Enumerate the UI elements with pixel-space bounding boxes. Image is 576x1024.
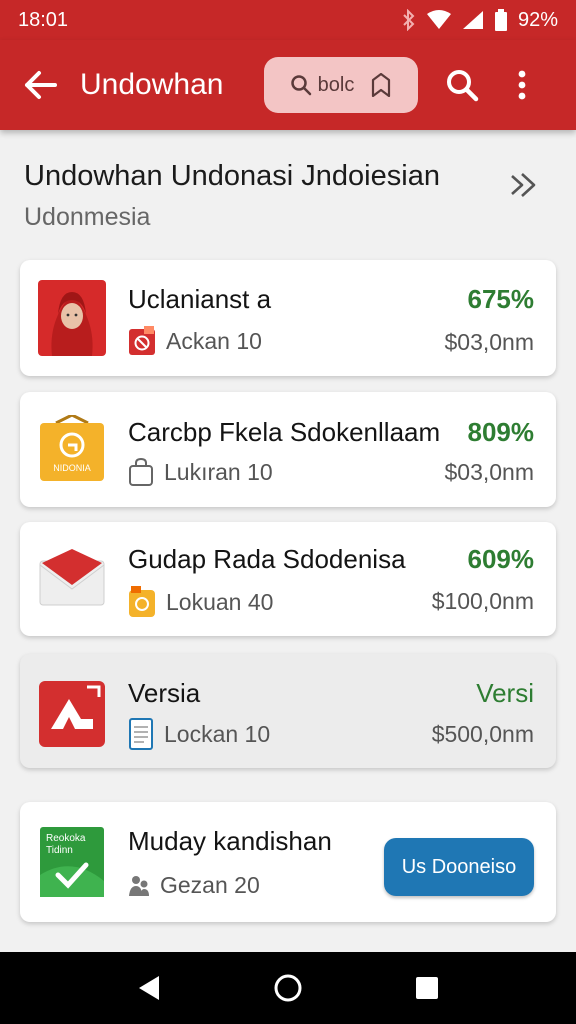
wifi-icon <box>426 10 451 29</box>
mail-envelope-icon <box>38 540 106 616</box>
search-pill[interactable]: bolc <box>264 57 418 113</box>
circle-home-icon <box>274 974 302 1002</box>
battery-percent: 92% <box>517 8 558 31</box>
list-item[interactable]: Reokoka Tidinn Muday kandishan Gezan 20 … <box>20 802 556 922</box>
item-subtitle: Lokuan 40 <box>166 588 274 615</box>
page-header: Undowhan Undonasi Jndoiesian Udonmesia <box>24 150 554 232</box>
person-in-hijab-icon <box>38 280 106 356</box>
battery-icon <box>494 9 507 31</box>
expand-button[interactable] <box>508 170 540 205</box>
page-title: Undowhan Undonasi Jndoiesian <box>24 160 440 192</box>
nav-recents-button[interactable] <box>397 958 457 1018</box>
signal-icon <box>462 11 483 29</box>
item-name: Uclanianst a <box>128 284 272 314</box>
app-bar: Undowhan bolc <box>0 40 576 130</box>
green-book-icon: Reokoka Tidinn <box>38 824 106 900</box>
square-recents-icon <box>415 977 438 999</box>
item-percent: 609% <box>467 544 535 574</box>
donate-button[interactable]: Us Dooneiso <box>384 838 534 896</box>
double-chevron-icon <box>511 173 536 197</box>
bookmark-icon <box>372 73 391 97</box>
triangle-back-icon <box>139 976 160 1000</box>
list-item[interactable]: Uclanianst a 675% Ackan 10 $03,0nm <box>20 260 556 376</box>
item-name: Carcbp Fkela Sdokenllaam <box>128 417 441 447</box>
item-name: Versia <box>128 678 201 708</box>
more-options-button[interactable] <box>492 40 552 130</box>
list-item[interactable]: NIDONIA Carcbp Fkela Sdokenllaam 809% Lu… <box>20 392 556 507</box>
status-time: 18:01 <box>18 8 69 31</box>
thumb-label: Tidinn <box>46 845 73 856</box>
item-amount: $500,0nm <box>431 721 534 747</box>
search-pill-text: bolc <box>317 73 355 96</box>
thumb-label: Reokoka <box>46 833 86 844</box>
system-nav-bar <box>0 952 576 1024</box>
item-amount: $100,0nm <box>431 588 534 614</box>
item-subtitle: Gezan 20 <box>160 872 260 898</box>
nidonia-box-icon: NIDONIA <box>38 412 106 488</box>
nav-back-button[interactable] <box>119 958 179 1018</box>
bluetooth-icon <box>403 9 415 31</box>
arrow-back-icon <box>25 71 57 99</box>
list-item[interactable]: Versia Versi Lockan 10 $500,0nm <box>20 654 556 768</box>
document-icon <box>129 718 153 750</box>
bag-icon <box>129 458 153 486</box>
item-name: Gudap Rada Sdodenisa <box>128 544 406 574</box>
item-percent: 809% <box>467 417 535 447</box>
nav-home-button[interactable] <box>258 958 318 1018</box>
item-subtitle: Ackan 10 <box>166 327 262 354</box>
thumb-label: NIDONIA <box>53 463 91 473</box>
list-item[interactable]: Gudap Rada Sdodenisa 609% Lokuan 40 $100… <box>20 522 556 636</box>
status-bar: 18:01 92% <box>0 0 576 40</box>
item-name: Muday kandishan <box>128 826 332 856</box>
no-sign-icon <box>129 326 155 355</box>
page-subtitle: Udonmesia <box>24 203 151 231</box>
item-subtitle: Lockan 10 <box>164 720 271 747</box>
item-subtitle: Lukıran 10 <box>164 458 273 485</box>
item-percent: 675% <box>467 284 535 314</box>
people-icon <box>129 875 149 896</box>
app-title: Undowhan <box>80 68 224 101</box>
search-button[interactable] <box>432 40 492 130</box>
app-logo-icon <box>38 676 106 752</box>
back-button[interactable] <box>0 40 80 130</box>
more-vert-icon <box>518 70 526 100</box>
orange-badge-icon <box>129 586 155 617</box>
search-icon <box>447 70 479 102</box>
search-icon <box>290 75 311 96</box>
item-amount: $03,0nm <box>444 459 534 485</box>
item-amount: $03,0nm <box>444 329 534 355</box>
item-percent: Versi <box>476 678 534 708</box>
